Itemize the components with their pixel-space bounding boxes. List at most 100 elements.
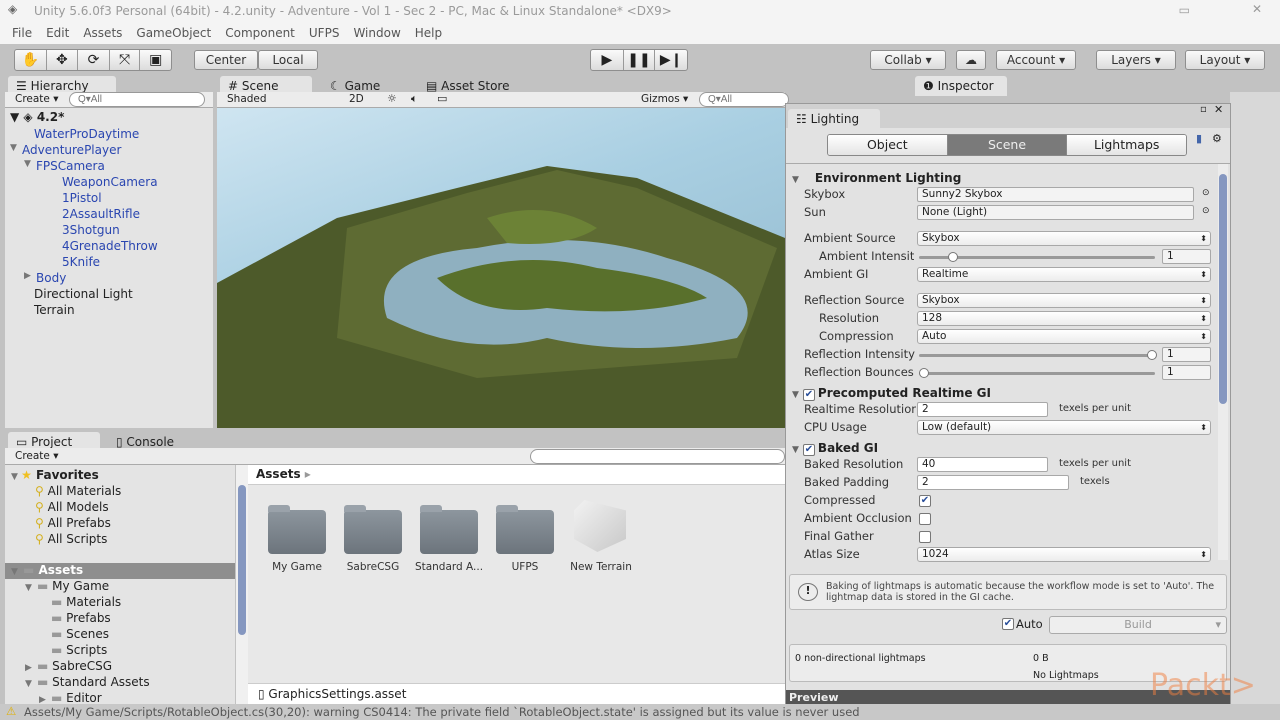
collapse-arrow-icon[interactable]: ▼ [792,390,799,400]
asset-name[interactable]: New Terrain [561,561,641,573]
breadcrumb-assets[interactable]: Assets [256,467,301,481]
lighting-tab-object[interactable]: Object [828,135,948,155]
center-button[interactable]: Center [194,50,258,70]
collapse-arrow-icon[interactable]: ▼ [792,175,799,185]
project-folder[interactable]: ▶ ▬ SabreCSG [25,659,112,673]
asset-name[interactable]: SabreCSG [333,561,413,573]
expand-arrow-icon[interactable]: ▼ [11,567,23,577]
hierarchy-item[interactable]: WaterProDaytime [22,127,139,141]
rotate-tool-icon[interactable]: ⟳ [78,50,110,70]
hierarchy-item[interactable]: ▶ Body [24,271,66,285]
lighting-toggle-icon[interactable]: ☼ [387,92,397,105]
project-create-button[interactable]: Create ▾ [15,450,59,462]
menu-file[interactable]: File [12,26,32,44]
project-folder[interactable]: ▬ Materials [39,595,121,609]
play-icon[interactable]: ▶ [591,50,624,70]
project-folder[interactable]: ▶ ▬ Editor [39,691,102,705]
project-folder[interactable]: ▬ Scripts [39,643,107,657]
asset-name[interactable]: My Game [257,561,337,573]
rect-tool-icon[interactable]: ▣ [140,50,171,70]
hierarchy-create-button[interactable]: Create ▾ [15,93,59,105]
object-picker-icon[interactable]: ⊙ [1202,206,1210,216]
menu-edit[interactable]: Edit [46,26,69,44]
help-book-icon[interactable]: ▮ [1196,132,1202,145]
favorite-item[interactable]: ⚲ All Scripts [35,532,107,546]
menu-window[interactable]: Window [353,26,400,44]
checkbox-14[interactable]: ✔ [919,495,931,507]
build-button[interactable]: Build ▾ [1049,616,1227,634]
move-tool-icon[interactable]: ✥ [47,50,79,70]
favorite-item[interactable]: ⚲ All Materials [35,484,121,498]
favorites-header[interactable]: ▼ ★ Favorites [11,468,99,482]
hierarchy-item[interactable]: 5Knife [50,255,100,269]
section-checkbox[interactable]: ✔ [802,444,815,456]
project-folder[interactable]: ▼ ▬ Assets [11,563,83,577]
hierarchy-item[interactable]: ▼ AdventurePlayer [10,143,121,157]
expand-arrow-icon[interactable]: ▶ [24,271,31,281]
lighting-tab-scene[interactable]: Scene [947,135,1068,155]
project-folder[interactable]: ▼ ▬ Standard Assets [25,675,150,689]
minimize-button[interactable]: ▭ [1179,3,1190,17]
tab-lighting[interactable]: ☷ Lighting [788,109,880,129]
section-header[interactable]: ▼ ✔ Baked GI [792,441,878,456]
section-checkbox[interactable]: ✔ [802,389,815,401]
dropdown-7[interactable]: Auto [917,329,1211,344]
slider-track[interactable] [919,368,1155,378]
menu-component[interactable]: Component [225,26,295,44]
menu-ufps[interactable]: UFPS [309,26,340,44]
slider-thumb[interactable] [947,252,958,262]
terrain-icon[interactable] [574,500,626,552]
local-button[interactable]: Local [258,50,318,70]
expand-arrow-icon[interactable]: ▼ [25,679,37,689]
close-button[interactable]: ✕ [1252,2,1262,16]
close-lighting-icon[interactable]: ✕ [1214,103,1223,116]
pause-icon[interactable]: ❚❚ [624,50,656,70]
object-field-1[interactable]: None (Light) [917,205,1194,220]
hierarchy-item[interactable]: Terrain [22,303,75,317]
hand-tool-icon[interactable]: ✋ [15,50,47,70]
scene-search-input[interactable] [699,92,789,107]
expand-arrow-icon[interactable]: ▼ [24,159,31,169]
dropdown-17[interactable]: 1024 [917,547,1211,562]
menu-assets[interactable]: Assets [83,26,122,44]
slider-track[interactable] [919,252,1155,262]
object-field-0[interactable]: Sunny2 Skybox [917,187,1194,202]
text-field-13[interactable]: 2 [917,475,1069,490]
effects-toggle-icon[interactable]: ▭ [437,92,447,105]
scale-tool-icon[interactable]: ⤧ [110,50,141,70]
settings-gear-icon[interactable]: ⚙ [1212,132,1222,145]
collab-button[interactable]: Collab ▾ [870,50,946,70]
favorite-item[interactable]: ⚲ All Prefabs [35,516,111,530]
cloud-icon[interactable]: ☁ [956,50,986,70]
checkbox-15[interactable] [919,513,931,525]
collapse-arrow-icon[interactable]: ▼ [792,445,799,455]
shading-dropdown[interactable]: Shaded [227,93,267,105]
maximize-icon[interactable]: ▫ [1200,104,1207,115]
project-search-input[interactable] [530,449,785,464]
folder-icon[interactable] [420,505,478,554]
slider-track[interactable] [919,350,1157,360]
menu-help[interactable]: Help [415,26,442,44]
toggle-2d-button[interactable]: 2D [349,93,364,105]
step-icon[interactable]: ▶❙ [655,50,687,70]
project-folder[interactable]: ▼ ▬ My Game [25,579,109,593]
layout-button[interactable]: Layout ▾ [1185,50,1265,70]
expand-arrow-icon[interactable]: ▶ [25,663,37,673]
checkbox-16[interactable] [919,531,931,543]
expand-arrow-icon[interactable]: ▼ [25,583,37,593]
slider-thumb[interactable] [1147,350,1157,360]
text-field-10[interactable]: 2 [917,402,1048,417]
slider-value-field[interactable]: 1 [1162,249,1211,264]
asset-name[interactable]: Standard A... [409,561,489,573]
section-header[interactable]: ▼ Environment Lighting [792,171,961,185]
lighting-scrollbar[interactable] [1218,164,1228,560]
project-folder[interactable]: ▬ Scenes [39,627,109,641]
scene-root[interactable]: ▼ ◈ 4.2* [10,110,64,124]
hierarchy-item[interactable]: ▼ FPSCamera [24,159,105,173]
status-bar[interactable]: ⚠ Assets/My Game/Scripts/RotableObject.cs… [0,704,1280,720]
expand-arrow-icon[interactable]: ▼ [11,472,21,482]
account-button[interactable]: Account ▾ [996,50,1076,70]
slider-value-field[interactable]: 1 [1162,365,1211,380]
hierarchy-item[interactable]: 1Pistol [50,191,102,205]
text-field-12[interactable]: 40 [917,457,1048,472]
